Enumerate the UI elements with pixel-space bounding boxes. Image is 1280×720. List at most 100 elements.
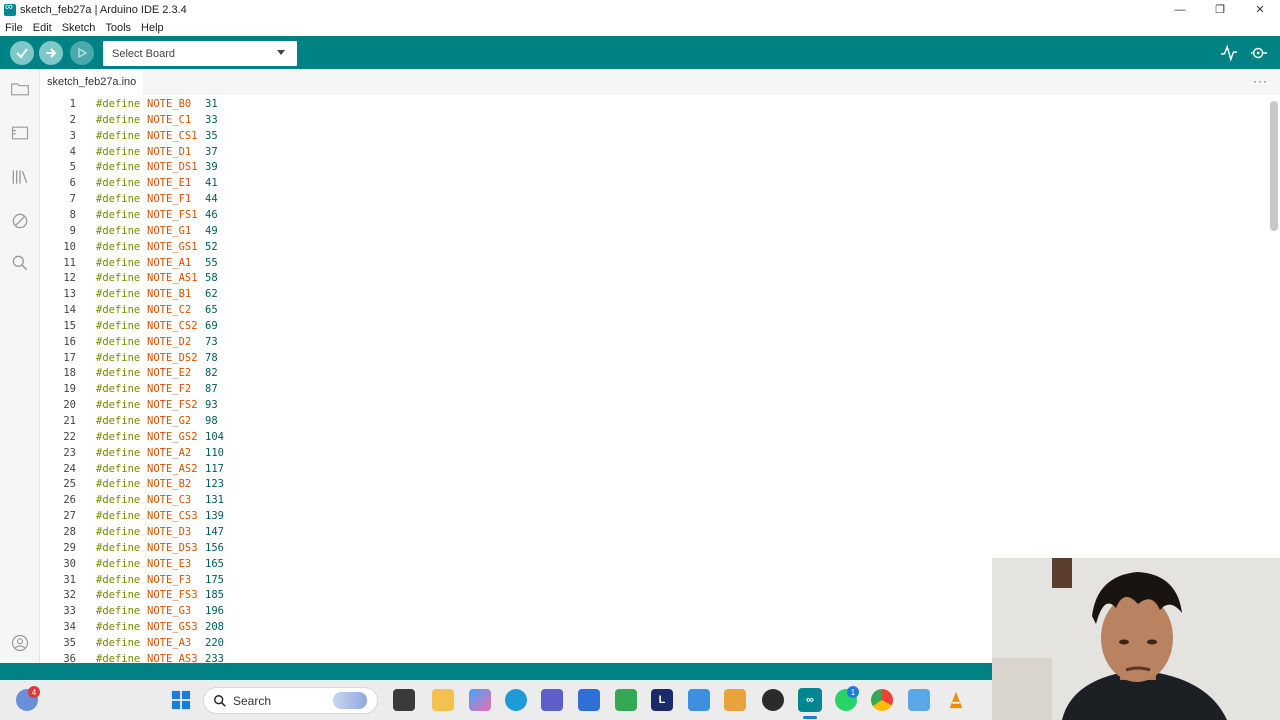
board-selector[interactable]: Select Board (103, 41, 297, 66)
keyword-define: #define (96, 383, 141, 396)
sketchbook-button[interactable] (8, 77, 32, 101)
keyword-define: #define (96, 224, 141, 237)
code-line[interactable]: 12 #define NOTE_AS1 58 (40, 270, 1268, 286)
menu-file[interactable]: File (0, 22, 28, 34)
upload-button[interactable] (39, 41, 63, 65)
code-line[interactable]: 11 #define NOTE_A1 55 (40, 255, 1268, 271)
code-line[interactable]: 1 #define NOTE_B0 31 (40, 96, 1268, 112)
constant-name: NOTE_AS3 (147, 652, 198, 663)
debug-panel-button[interactable] (8, 209, 32, 233)
code-line[interactable]: 13 #define NOTE_B1 62 (40, 286, 1268, 302)
code-line[interactable]: 21 #define NOTE_G2 98 (40, 413, 1268, 429)
code-line[interactable]: 22 #define NOTE_GS2 104 (40, 429, 1268, 445)
vlc-icon[interactable] (945, 689, 967, 711)
code-line[interactable]: 24 #define NOTE_AS2 117 (40, 461, 1268, 477)
constant-name: NOTE_G1 (147, 224, 192, 237)
taskbar-search[interactable]: Search (203, 687, 378, 714)
keyword-define: #define (96, 525, 141, 538)
teams-icon[interactable] (541, 689, 563, 711)
notepad-icon[interactable] (908, 689, 930, 711)
chrome-icon[interactable] (871, 689, 893, 711)
keyword-define: #define (96, 621, 141, 634)
code-line[interactable]: 14 #define NOTE_C2 65 (40, 302, 1268, 318)
search-panel-button[interactable] (8, 251, 32, 275)
obs-icon[interactable] (762, 689, 784, 711)
code-line[interactable]: 23 #define NOTE_A2 110 (40, 445, 1268, 461)
code-line[interactable]: 6 #define NOTE_E1 41 (40, 175, 1268, 191)
verify-button[interactable] (10, 41, 34, 65)
code-line[interactable]: 2 #define NOTE_C1 33 (40, 112, 1268, 128)
constant-name: NOTE_CS2 (147, 319, 198, 332)
line-number: 20 (63, 399, 76, 412)
more-actions-icon[interactable]: ··· (1253, 74, 1268, 88)
line-number: 18 (63, 367, 76, 380)
file-explorer-icon[interactable] (432, 689, 454, 711)
edge-icon[interactable] (505, 689, 527, 711)
debug-button[interactable] (70, 41, 94, 65)
line-number: 3 (69, 129, 76, 142)
line-number: 9 (69, 224, 76, 237)
code-line[interactable]: 27 #define NOTE_CS3 139 (40, 508, 1268, 524)
menu-sketch[interactable]: Sketch (57, 22, 101, 34)
L-app-icon[interactable]: L (651, 689, 673, 711)
code-line[interactable]: 25 #define NOTE_B2 123 (40, 476, 1268, 492)
code-line[interactable]: 7 #define NOTE_F1 44 (40, 191, 1268, 207)
code-line[interactable]: 3 #define NOTE_CS1 35 (40, 128, 1268, 144)
webcam-overlay (992, 558, 1280, 720)
constant-name: NOTE_C3 (147, 494, 192, 507)
constant-value: 39 (205, 161, 218, 174)
code-line[interactable]: 5 #define NOTE_DS1 39 (40, 159, 1268, 175)
code-line[interactable]: 9 #define NOTE_G1 49 (40, 223, 1268, 239)
keyword-define: #define (96, 129, 141, 142)
code-line[interactable]: 17 #define NOTE_DS2 78 (40, 350, 1268, 366)
menu-bar: File Edit Sketch Tools Help (0, 19, 169, 36)
windows-start-icon[interactable] (170, 689, 192, 711)
scrollbar-thumb[interactable] (1270, 101, 1278, 231)
code-line[interactable]: 10 #define NOTE_GS1 52 (40, 239, 1268, 255)
close-button[interactable]: ✕ (1240, 0, 1280, 19)
keyword-define: #define (96, 272, 141, 285)
code-line[interactable]: 26 #define NOTE_C3 131 (40, 492, 1268, 508)
menu-edit[interactable]: Edit (28, 22, 57, 34)
code-line[interactable]: 28 #define NOTE_D3 147 (40, 524, 1268, 540)
constant-value: 110 (205, 446, 224, 459)
chevron-down-icon (277, 50, 285, 55)
minimize-button[interactable]: — (1160, 0, 1200, 19)
store-icon[interactable] (578, 689, 600, 711)
menu-tools[interactable]: Tools (100, 22, 136, 34)
code-line[interactable]: 20 #define NOTE_FS2 93 (40, 397, 1268, 413)
code-line[interactable]: 16 #define NOTE_D2 73 (40, 334, 1268, 350)
L-app-label: L (658, 694, 666, 706)
keyword-define: #define (96, 145, 141, 158)
constant-name: NOTE_DS2 (147, 351, 198, 364)
code-line[interactable]: 8 #define NOTE_FS1 46 (40, 207, 1268, 223)
constant-name: NOTE_C2 (147, 304, 192, 317)
constant-name: NOTE_D3 (147, 525, 192, 538)
azure-icon[interactable] (688, 689, 710, 711)
arduino-icon[interactable]: ∞ (798, 688, 822, 712)
code-line[interactable]: 29 #define NOTE_DS3 156 (40, 540, 1268, 556)
serial-plotter-button[interactable] (1219, 43, 1239, 63)
code-line[interactable]: 15 #define NOTE_CS2 69 (40, 318, 1268, 334)
keyword-define: #define (96, 161, 141, 174)
toolbar: Select Board (0, 36, 1280, 69)
serial-monitor-button[interactable] (1249, 43, 1269, 63)
line-number: 30 (63, 557, 76, 570)
library-manager-button[interactable] (8, 165, 32, 189)
tab-sketch-file[interactable]: sketch_feb27a.ino (40, 69, 144, 95)
profile-icon (11, 634, 29, 652)
code-line[interactable]: 19 #define NOTE_F2 87 (40, 381, 1268, 397)
code-line[interactable]: 4 #define NOTE_D1 37 (40, 144, 1268, 160)
copilot-icon[interactable] (469, 689, 491, 711)
boards-manager-button[interactable] (8, 121, 32, 145)
sublime-icon[interactable] (724, 689, 746, 711)
profile-button[interactable] (8, 631, 32, 655)
keyword-define: #define (96, 446, 141, 459)
menu-help[interactable]: Help (136, 22, 169, 34)
task-view-icon[interactable] (393, 689, 415, 711)
meet-icon[interactable] (615, 689, 637, 711)
code-line[interactable]: 18 #define NOTE_E2 82 (40, 365, 1268, 381)
keyword-define: #define (96, 288, 141, 301)
maximize-button[interactable]: ❐ (1200, 0, 1240, 19)
constant-name: NOTE_A1 (147, 256, 192, 269)
